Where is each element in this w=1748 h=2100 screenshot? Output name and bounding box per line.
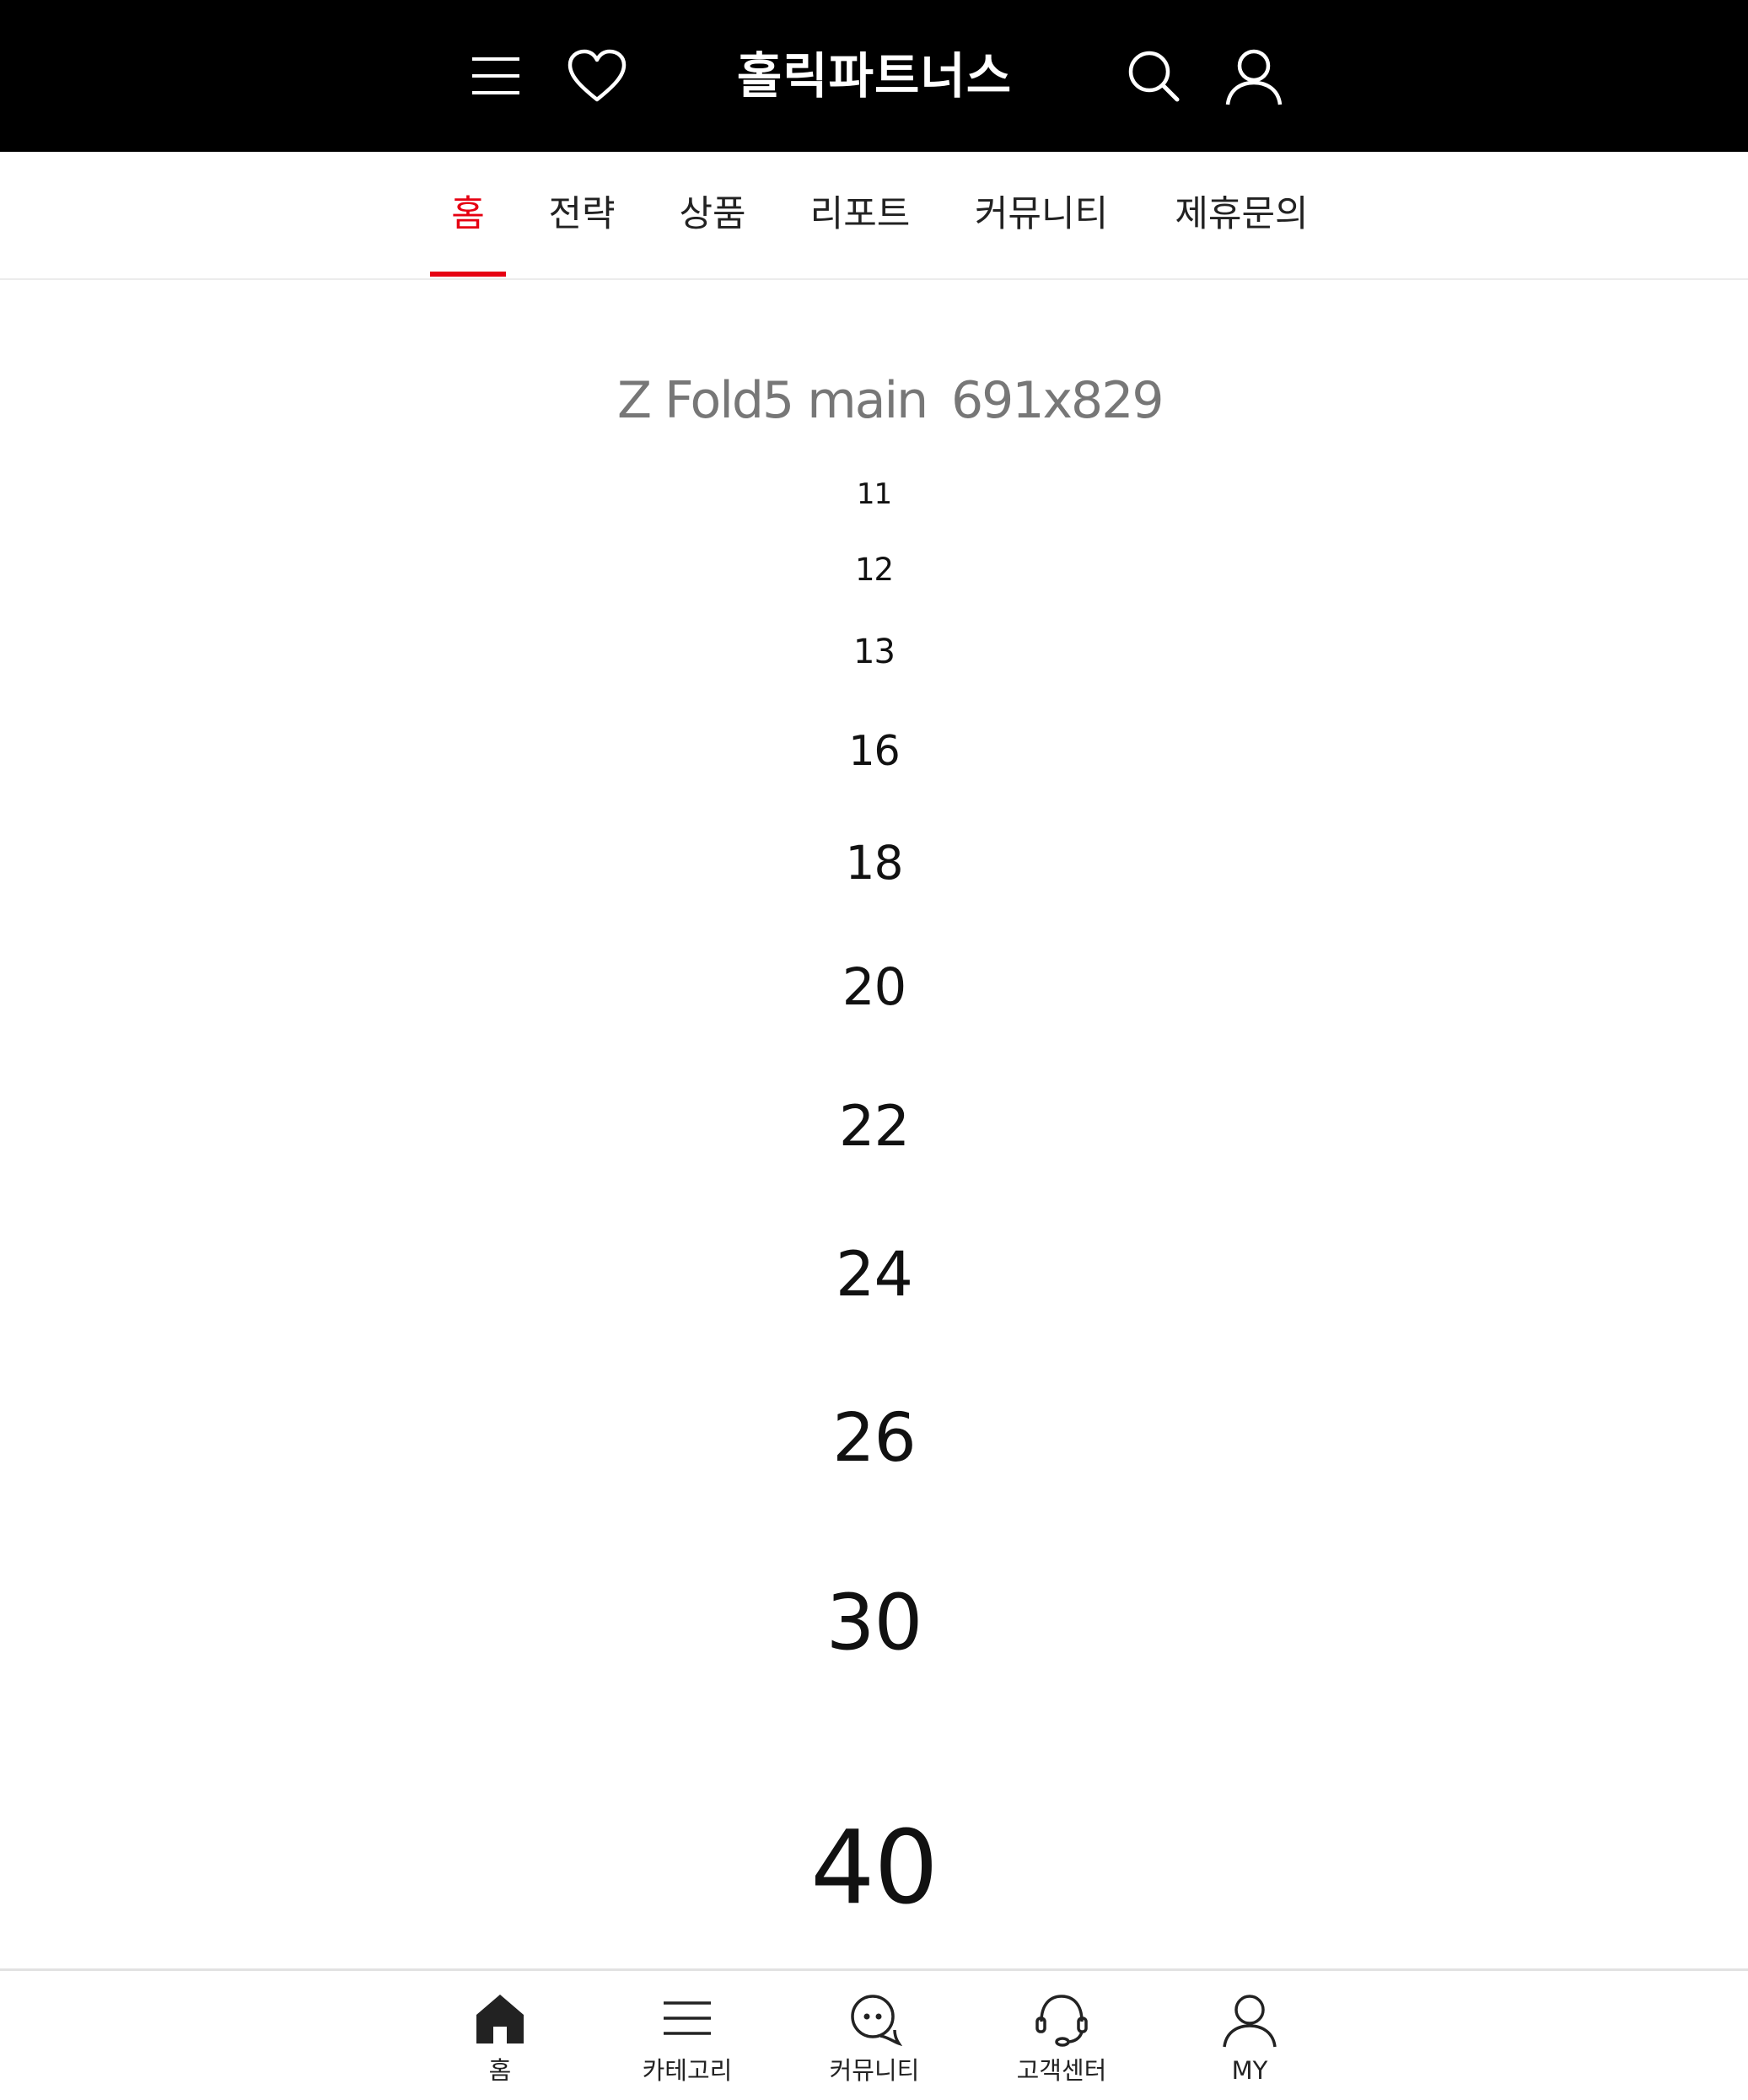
- tab-home[interactable]: 홈: [430, 152, 506, 278]
- bottom-nav: 홈 카테고리 커뮤니티 고객센터 MY: [0, 1968, 1748, 2100]
- font-size-sample-12: 12: [854, 552, 894, 588]
- font-size-sample-16: 16: [848, 727, 900, 775]
- active-tab-indicator: [430, 272, 506, 277]
- font-size-sample-13: 13: [853, 633, 896, 671]
- device-name: Z Fold5 main: [617, 371, 928, 430]
- chat-icon: [851, 1995, 902, 2047]
- font-size-sample-30: 30: [826, 1579, 923, 1667]
- bottom-nav-my[interactable]: MY: [1182, 1971, 1317, 2100]
- font-size-sample-18: 18: [845, 836, 904, 890]
- bottom-nav-home[interactable]: 홈: [433, 1971, 567, 2100]
- brand-logo[interactable]: 홀릭파트너스: [707, 42, 1042, 110]
- main-nav: 홈 전략 상품 리포트 커뮤니티 제휴문의: [0, 152, 1748, 280]
- user-icon: [1223, 1995, 1277, 2048]
- bottom-nav-category[interactable]: 카테고리: [620, 1971, 755, 2100]
- search-icon[interactable]: [1127, 49, 1181, 103]
- menu-icon[interactable]: [471, 52, 521, 100]
- font-size-sample-24: 24: [836, 1239, 913, 1311]
- tab-community[interactable]: 커뮤니티: [965, 152, 1117, 278]
- bottom-nav-category-label: 카테고리: [642, 2056, 733, 2085]
- bottom-nav-my-label: MY: [1231, 2056, 1268, 2085]
- bottom-nav-home-label: 홈: [488, 2056, 512, 2085]
- bottom-nav-community-label: 커뮤니티: [829, 2056, 920, 2085]
- bottom-nav-community[interactable]: 커뮤니티: [807, 1971, 942, 2100]
- menu-icon: [664, 2001, 711, 2035]
- font-size-sample-40: 40: [810, 1810, 939, 1927]
- home-icon: [476, 1995, 524, 2043]
- bottom-nav-support-label: 고객센터: [1016, 2056, 1107, 2085]
- font-size-sample-20: 20: [842, 957, 907, 1017]
- headset-icon: [1035, 1995, 1088, 2047]
- heart-icon[interactable]: [567, 49, 627, 105]
- font-size-sample-11: 11: [856, 477, 892, 511]
- tab-partnership[interactable]: 제휴문의: [1168, 152, 1315, 278]
- device-resolution: 691x829: [951, 371, 1164, 430]
- top-header: 홀릭파트너스: [0, 0, 1748, 152]
- font-size-sample-22: 22: [838, 1093, 910, 1159]
- user-icon[interactable]: [1224, 47, 1283, 106]
- tab-report[interactable]: 리포트: [797, 152, 923, 278]
- tab-strategy[interactable]: 전략: [531, 152, 632, 278]
- bottom-nav-support[interactable]: 고객센터: [994, 1971, 1129, 2100]
- font-size-sample-26: 26: [832, 1399, 917, 1477]
- tab-products[interactable]: 상품: [662, 152, 763, 278]
